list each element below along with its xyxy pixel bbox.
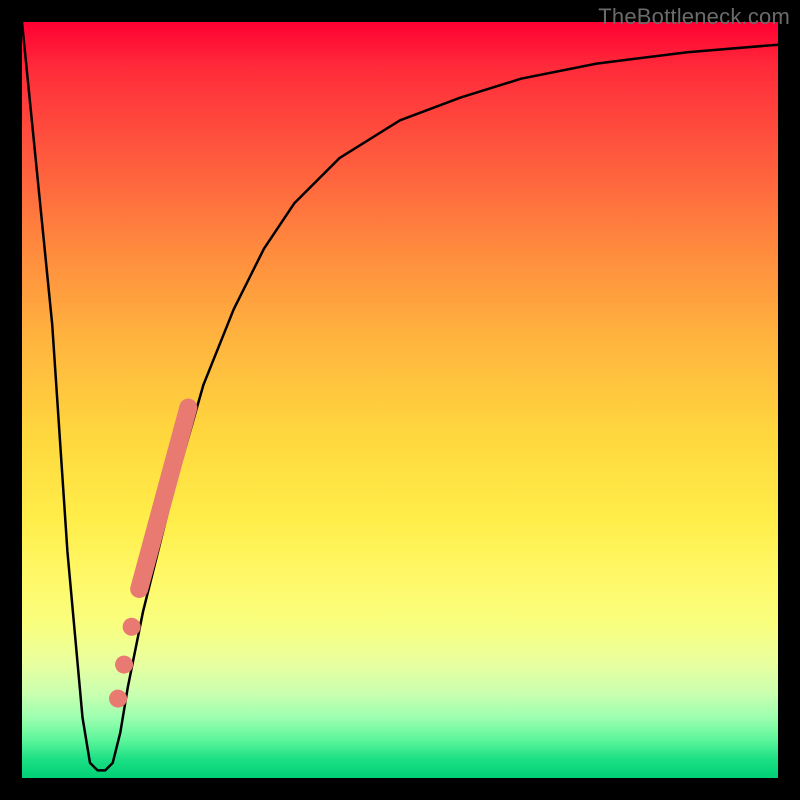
highlight-bar <box>139 408 188 589</box>
bottleneck-curve <box>22 22 778 770</box>
highlight-dot <box>123 618 141 636</box>
highlight-dots <box>109 618 141 708</box>
highlight-dot <box>109 690 127 708</box>
highlight-dot <box>115 656 133 674</box>
chart-frame: TheBottleneck.com <box>0 0 800 800</box>
chart-overlay <box>22 22 778 778</box>
